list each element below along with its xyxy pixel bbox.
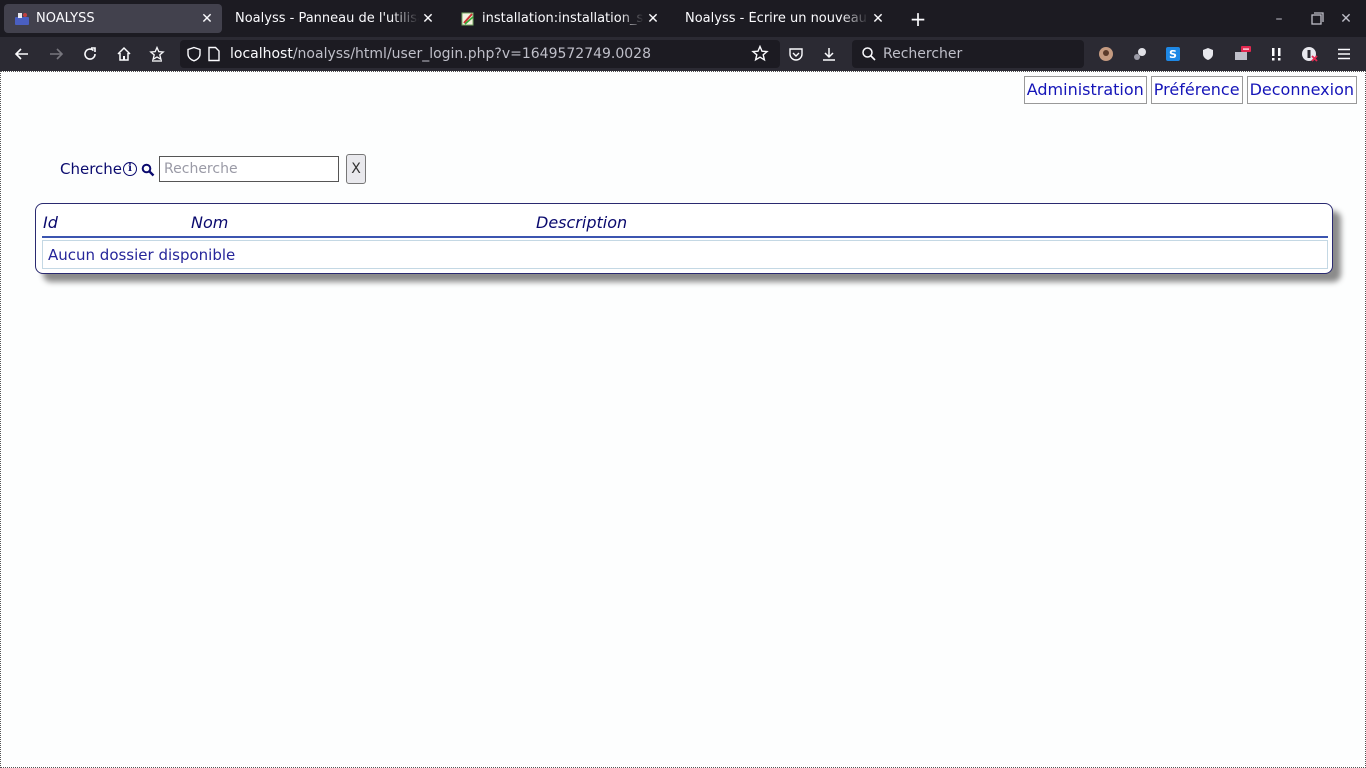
noalyss-favicon-icon (14, 11, 30, 27)
extension-shield-icon[interactable] (1199, 45, 1217, 63)
url-host: localhost (230, 46, 293, 62)
browser-search-bar[interactable]: Rechercher (852, 40, 1084, 68)
maximize-window-icon[interactable] (1306, 8, 1328, 30)
pocket-icon[interactable] (783, 41, 809, 67)
administration-link[interactable]: Administration (1023, 76, 1147, 104)
extension-ublock-icon[interactable] (1301, 45, 1319, 63)
close-tab-icon[interactable]: ✕ (644, 10, 662, 28)
info-icon[interactable]: i (123, 162, 138, 176)
close-window-icon[interactable]: ✕ (1335, 8, 1357, 30)
tab-ecrire-sujet[interactable]: Noalyss - Écrire un nouveau sujet ✕ (675, 4, 893, 33)
url-path: /noalyss/html/user_login.php?v=164957274… (292, 46, 651, 62)
reload-icon[interactable] (77, 41, 103, 67)
home-icon[interactable] (111, 41, 137, 67)
deconnexion-link[interactable]: Deconnexion (1246, 76, 1357, 104)
browser-tab-strip: NOALYSS ✕ Noalyss - Panneau de l'utilisa… (0, 0, 1366, 37)
tab-title: NOALYSS (36, 11, 95, 26)
close-tab-icon[interactable]: ✕ (419, 10, 437, 28)
extension-balls-icon[interactable] (1131, 45, 1149, 63)
empty-folders-message: Aucun dossier disponible (48, 246, 236, 264)
bookmarks-star-list-icon[interactable] (144, 41, 170, 67)
table-row: Aucun dossier disponible (42, 240, 1328, 269)
search-label: Cherche (60, 160, 123, 178)
tracking-shield-icon[interactable] (186, 46, 202, 66)
magnifier-icon (141, 162, 155, 177)
url-text: localhost/noalyss/html/user_login.php?v=… (230, 46, 651, 62)
extension-exclaim-icon[interactable] (1267, 45, 1285, 63)
close-tab-icon[interactable]: ✕ (869, 10, 887, 28)
column-header-id[interactable]: Id (43, 213, 58, 232)
folder-search-input[interactable] (159, 156, 340, 182)
clear-search-button[interactable]: X (346, 154, 367, 184)
close-tab-icon[interactable]: ✕ (198, 10, 216, 28)
folder-table-header: Id Nom Description (42, 204, 1328, 238)
search-icon (861, 46, 877, 66)
extension-avatar-icon[interactable] (1097, 45, 1115, 63)
preference-link[interactable]: Préférence (1150, 76, 1243, 104)
extension-badge-icon[interactable] (1233, 45, 1251, 63)
tab-title: Noalyss - Écrire un nouveau sujet (685, 11, 869, 26)
browser-search-placeholder: Rechercher (883, 46, 963, 62)
svg-text:S: S (1169, 48, 1177, 61)
tab-title: Noalyss - Panneau de l'utilisateur (235, 11, 419, 26)
new-tab-plus-icon[interactable]: + (906, 7, 930, 31)
tab-noalyss[interactable]: NOALYSS ✕ (4, 4, 222, 33)
app-menu-hamburger-icon[interactable] (1335, 45, 1353, 63)
tab-installation[interactable]: installation:installation_sous_windows ✕ (450, 4, 668, 33)
back-arrow-icon[interactable] (9, 41, 35, 67)
folder-search-row: Cherche i X (60, 154, 367, 184)
column-header-nom[interactable]: Nom (191, 213, 228, 232)
tab-title: installation:installation_sous_windows (482, 11, 644, 26)
page-info-icon[interactable] (207, 46, 221, 66)
bookmark-star-icon[interactable] (751, 44, 769, 67)
folder-list-panel: Id Nom Description Aucun dossier disponi… (35, 203, 1333, 274)
downloads-icon[interactable] (816, 41, 842, 67)
forward-arrow-icon[interactable] (43, 41, 69, 67)
column-header-description[interactable]: Description (536, 213, 627, 232)
minimize-window-icon[interactable]: – (1268, 8, 1290, 30)
top-menu: Administration Préférence Deconnexion (1023, 76, 1357, 104)
tab-panneau-utilisateur[interactable]: Noalyss - Panneau de l'utilisateur ✕ (225, 4, 443, 33)
url-bar[interactable]: localhost/noalyss/html/user_login.php?v=… (180, 40, 780, 68)
dokuwiki-favicon-icon (460, 11, 476, 27)
page-content: Administration Préférence Deconnexion Ch… (0, 71, 1366, 768)
browser-nav-bar: localhost/noalyss/html/user_login.php?v=… (0, 37, 1366, 71)
extension-s-icon[interactable]: S (1164, 45, 1182, 63)
